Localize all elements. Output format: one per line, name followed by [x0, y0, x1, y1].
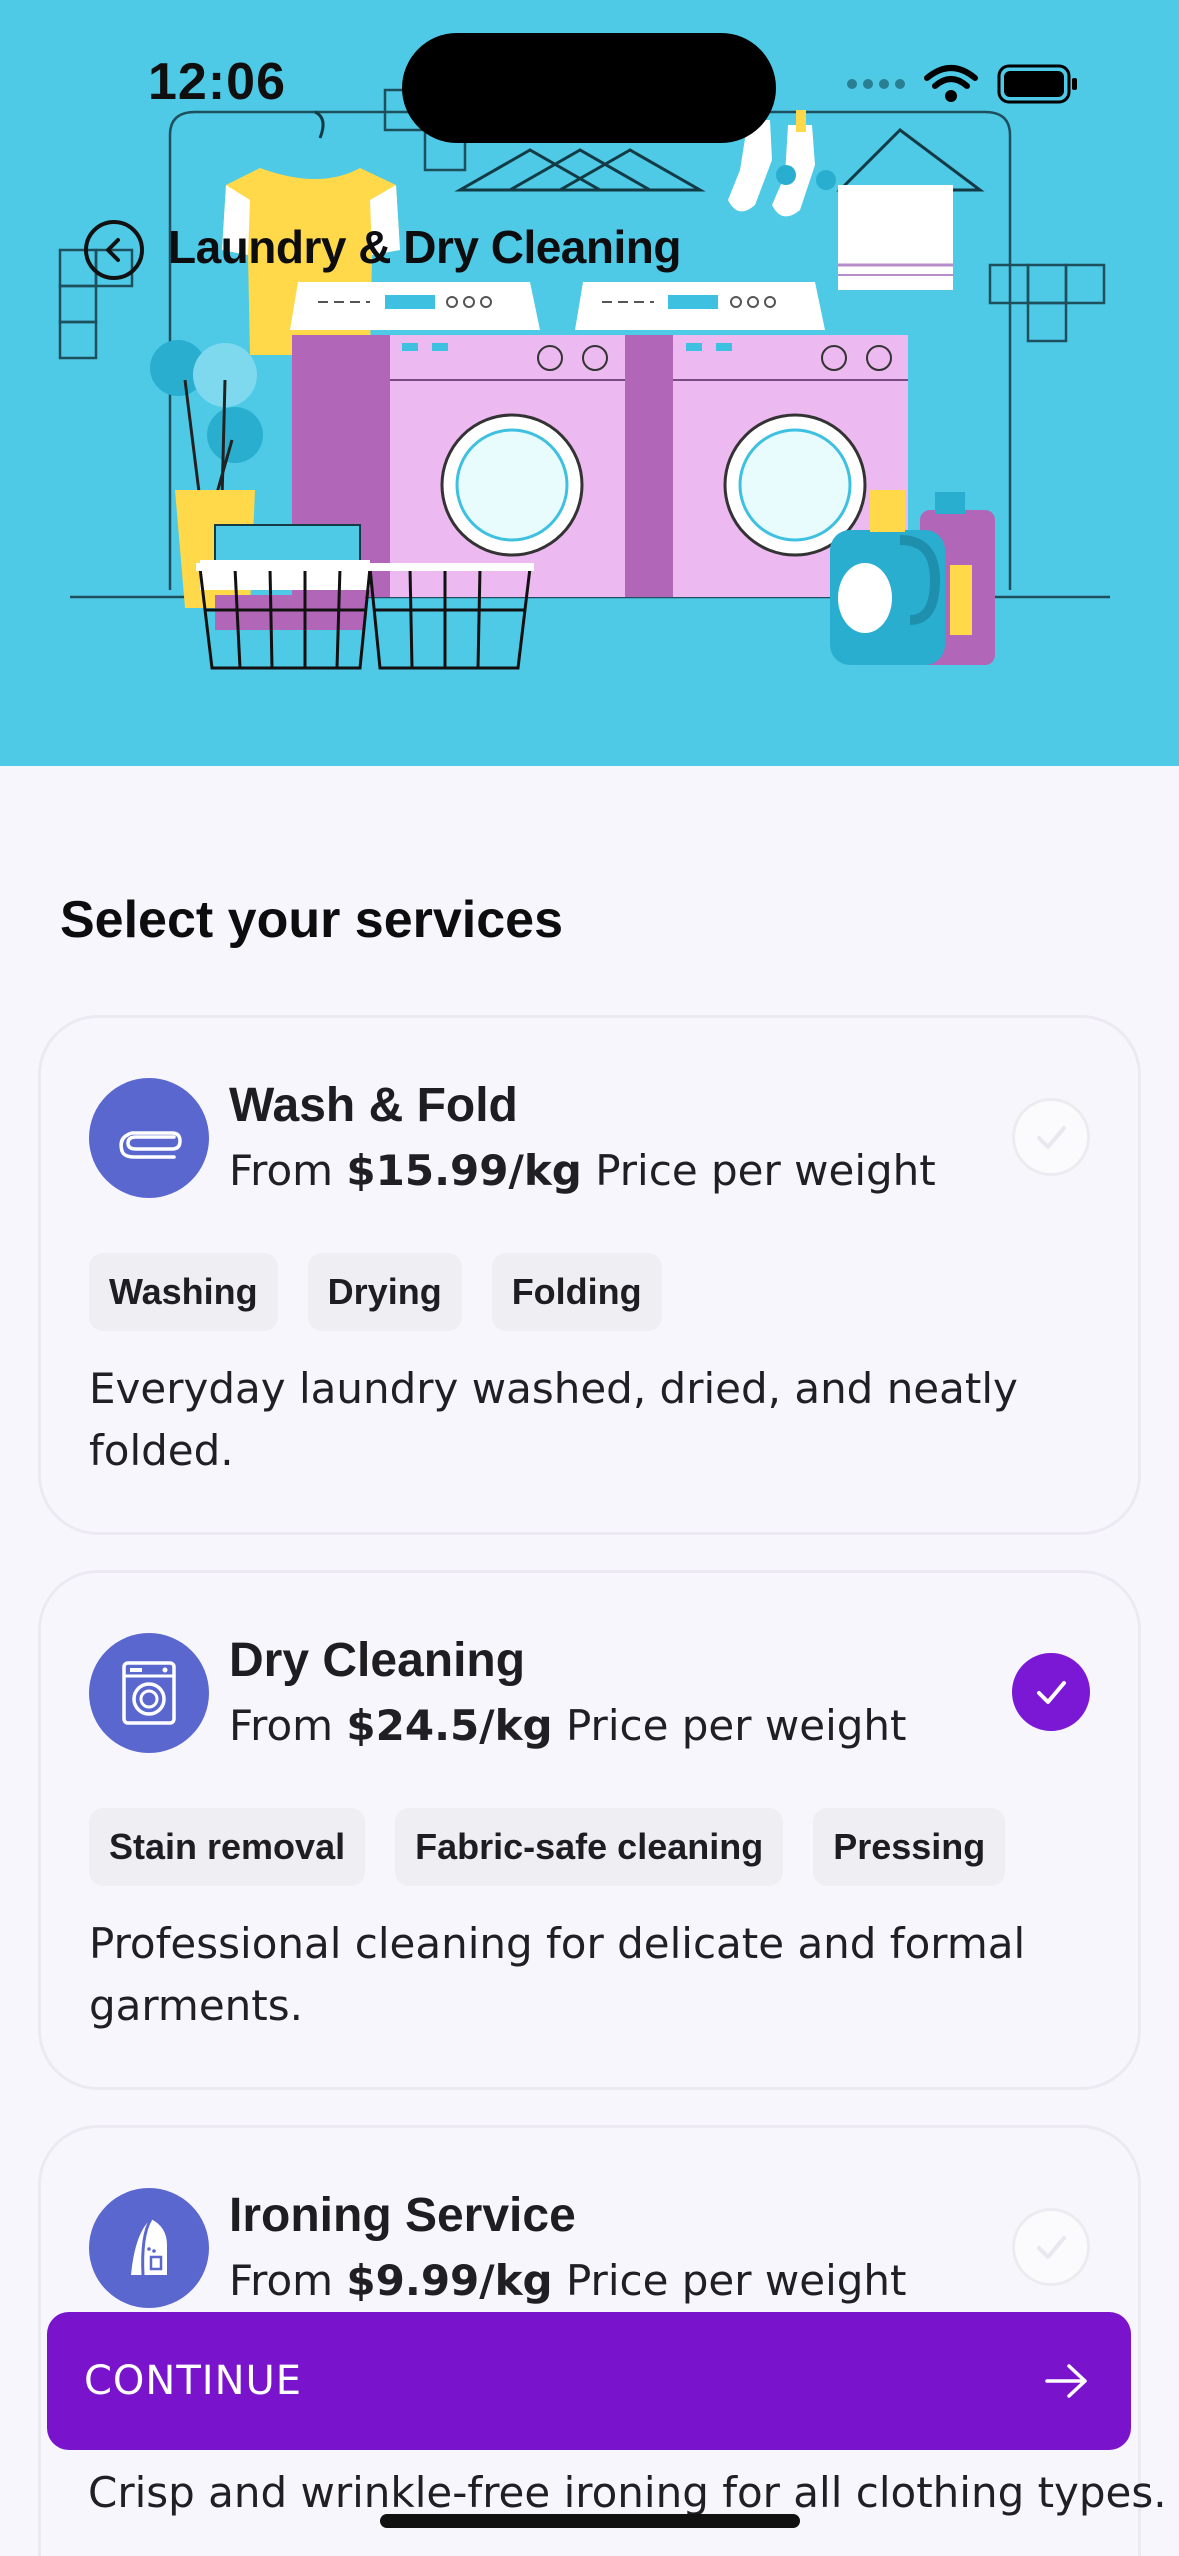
price-suffix: Price per weight [565, 1701, 907, 1750]
dynamic-island [402, 33, 776, 143]
home-indicator [380, 2514, 800, 2528]
service-card-wash-fold[interactable]: Wash & Fold From $15.99/kg Price per wei… [38, 1015, 1141, 1535]
service-description: Everyday laundry washed, dried, and neat… [89, 1364, 1018, 1475]
page-title: Laundry & Dry Cleaning [168, 221, 681, 273]
service-description: Crisp and wrinkle-free ironing for all c… [88, 2468, 1167, 2517]
wifi-icon [924, 65, 978, 102]
price-suffix: Price per weight [565, 2256, 907, 2305]
select-checkbox[interactable] [1012, 1653, 1090, 1731]
service-price: From $24.5/kg Price per weight [229, 1701, 907, 1750]
feature-tag: Fabric-safe cleaning [395, 1808, 784, 1886]
feature-tag: Folding [491, 1253, 662, 1331]
feature-tag: Washing [89, 1253, 278, 1331]
price-prefix: From [229, 1701, 334, 1750]
service-price: From $9.99/kg Price per weight [229, 2256, 907, 2305]
back-button[interactable] [84, 220, 144, 280]
hero-banner: 12:06 Laundry & Dry Cleaning [0, 0, 1179, 766]
price-prefix: From [229, 1146, 334, 1195]
price-value: $24.5/kg [346, 1701, 553, 1750]
service-card-dry-cleaning[interactable]: Dry Cleaning From $24.5/kg Price per wei… [38, 1570, 1141, 2090]
feature-tag: Pressing [813, 1808, 1006, 1886]
service-name: Dry Cleaning [229, 1634, 526, 1687]
service-description: Professional cleaning for delicate and f… [89, 1919, 1026, 2030]
feature-tag: Stain removal [89, 1808, 366, 1886]
arrow-right-icon [1045, 2364, 1087, 2398]
price-value: $15.99/kg [346, 1146, 582, 1195]
continue-button[interactable]: CONTINUE [47, 2312, 1131, 2450]
select-checkbox[interactable] [1012, 2208, 1090, 2286]
towel-icon [89, 1078, 209, 1198]
continue-label: CONTINUE [84, 2358, 303, 2404]
select-checkbox[interactable] [1012, 1098, 1090, 1176]
status-icons [847, 64, 1079, 104]
status-time: 12:06 [148, 53, 286, 111]
feature-tag: Drying [307, 1253, 462, 1331]
checkmark-icon [1037, 1681, 1066, 1704]
service-name: Wash & Fold [229, 1079, 518, 1132]
washing-machine-icon [89, 1633, 209, 1753]
service-price: From $15.99/kg Price per weight [229, 1146, 936, 1195]
price-suffix: Price per weight [595, 1146, 936, 1195]
cellular-signal-icon [847, 79, 905, 89]
service-name: Ironing Service [229, 2189, 576, 2242]
feature-tags: Washing Drying Folding [89, 1253, 662, 1331]
price-prefix: From [229, 2256, 334, 2305]
section-title: Select your services [60, 891, 563, 949]
checkmark-icon [1037, 2236, 1066, 2259]
checkmark-icon [1037, 1126, 1066, 1149]
feature-tags: Stain removal Fabric-safe cleaning Press… [89, 1808, 1006, 1886]
chevron-left-icon [106, 238, 120, 262]
price-value: $9.99/kg [346, 2256, 553, 2305]
battery-icon [997, 64, 1077, 104]
iron-icon [89, 2188, 209, 2308]
